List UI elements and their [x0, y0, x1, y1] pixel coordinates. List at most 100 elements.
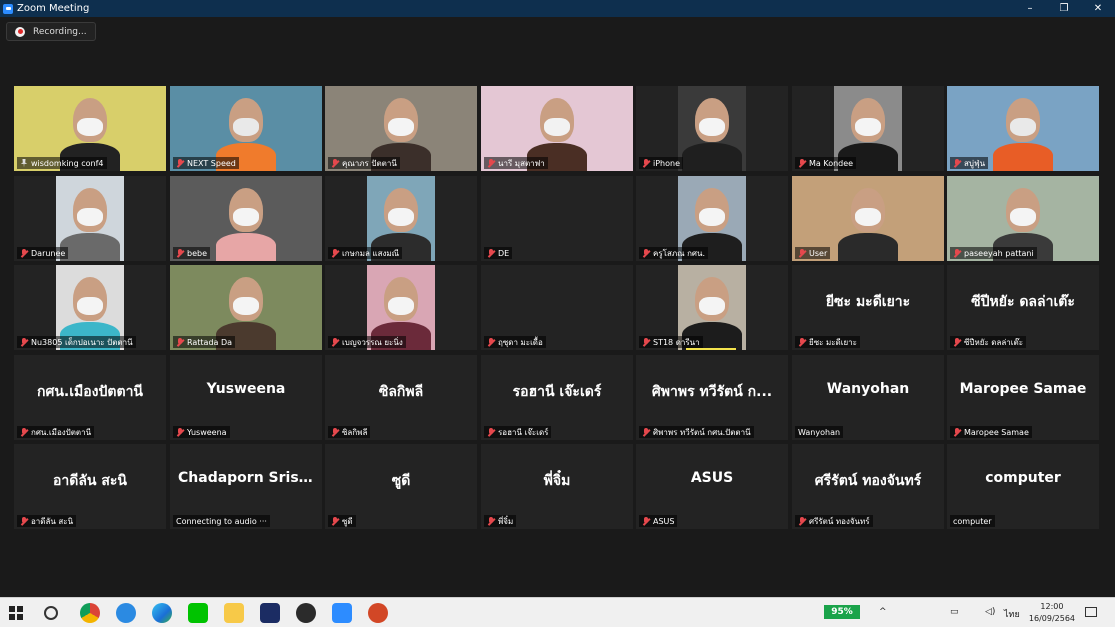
clock[interactable]: 12:00 16/09/2564 [1029, 601, 1075, 625]
participant-tile[interactable]: นารี มุสตาฟา [481, 86, 633, 171]
muted-mic-icon [176, 427, 184, 437]
participant-tile[interactable]: User [792, 176, 944, 261]
chrome-icon[interactable] [80, 603, 100, 623]
volume-icon[interactable]: ◁) [985, 607, 995, 617]
participant-tile[interactable]: ซิลกิพลี ซิลกิพลี [325, 355, 477, 440]
participant-tile[interactable]: ซูดี ซูดี [325, 444, 477, 529]
search-icon[interactable] [44, 606, 58, 620]
participant-name: NEXT Speed [187, 158, 236, 168]
participant-display-name: รอฮานี เจ๊ะเดร์ [512, 384, 602, 400]
participant-tile[interactable]: พี่จิ๋ม พี่จิ๋ม [481, 444, 633, 529]
participant-tile[interactable]: Wanyohan Wanyohan [792, 355, 944, 440]
participant-name: ศิพาพร ทวีรัตน์ กศน.ปัตตานี [653, 427, 751, 437]
participant-tile[interactable]: ศิพาพร ทวีรัตน์ ก... ศิพาพร ทวีรัตน์ กศน.… [636, 355, 788, 440]
language-indicator[interactable]: ไทย [1004, 607, 1020, 621]
participant-name-label: ซีปีหยัะ ดลล่าเต๊ะ [950, 336, 1027, 348]
participant-name: พี่จิ๋ม [498, 516, 514, 526]
participant-name: นารี มุสตาฟา [498, 158, 545, 168]
participant-name-label: Darunee [17, 247, 69, 259]
record-icon [15, 26, 25, 37]
participant-name-label: เกษกมล แสงมณี [328, 247, 403, 259]
participant-tile[interactable]: Maropee Samae Maropee Samae [947, 355, 1099, 440]
participant-tile[interactable]: สบู่ฟุ่น [947, 86, 1099, 171]
edge-icon[interactable] [152, 603, 172, 623]
recording-indicator[interactable]: Recording... [6, 22, 96, 41]
participant-name: ฤซุดา มะเดื้อ [498, 337, 543, 347]
line-icon[interactable] [188, 603, 208, 623]
minimize-button[interactable]: – [1013, 0, 1047, 17]
participant-tile[interactable]: wisdomking conf4 [14, 86, 166, 171]
webex-icon[interactable] [260, 603, 280, 623]
participant-tile[interactable]: เกษกมล แสงมณี [325, 176, 477, 261]
participant-tile[interactable]: ASUS ASUS [636, 444, 788, 529]
participant-name: paseeyah pattani [964, 248, 1034, 258]
muted-mic-icon [176, 337, 184, 347]
notifications-icon[interactable] [1085, 607, 1097, 617]
battery-indicator[interactable]: 95% [824, 605, 860, 619]
network-icon[interactable]: ▭ [950, 607, 959, 617]
participant-video [678, 86, 746, 171]
participant-tile[interactable]: Yusweena Yusweena [170, 355, 322, 440]
muted-mic-icon [20, 427, 28, 437]
participant-tile[interactable]: ST18 ดารีนา [636, 265, 788, 350]
participant-name: เกษกมล แสงมณี [342, 248, 400, 258]
participant-name-label: paseeyah pattani [950, 247, 1037, 259]
clock-date: 16/09/2564 [1028, 614, 1075, 623]
participant-name: อาดีลัน สะนิ [31, 516, 74, 526]
participant-tile[interactable]: อาดีลัน สะนิ อาดีลัน สะนิ [14, 444, 166, 529]
participant-name-label: Ma Kondee [795, 157, 857, 169]
windows-start-icon[interactable] [9, 606, 23, 620]
participant-tile[interactable]: คุณาภร ปัตตานี [325, 86, 477, 171]
participant-tile[interactable]: ศรีรัตน์ ทองจันทร์ ศรีรัตน์ ทองจันทร์ [792, 444, 944, 529]
participant-tile[interactable]: DE [481, 176, 633, 261]
participant-tile[interactable]: iPhone [636, 86, 788, 171]
participant-name-label: อาดีลัน สะนิ [17, 515, 77, 527]
participant-display-name: ซูดี [391, 473, 411, 489]
participant-name-label: iPhone [639, 157, 684, 169]
internet-explorer-icon[interactable] [116, 603, 136, 623]
chevron-up-icon[interactable]: ^ [879, 607, 887, 617]
participant-tile[interactable]: ครูโสภณ กศน. [636, 176, 788, 261]
muted-mic-icon [487, 427, 495, 437]
zoom-app-icon [3, 3, 13, 14]
powerpoint-icon[interactable] [368, 603, 388, 623]
participant-name: ซิลกิพลี [342, 427, 368, 437]
participant-tile[interactable]: กศน.เมืองปัตตานี กศน.เมืองปัตตานี [14, 355, 166, 440]
participant-tile[interactable]: Rattada Da [170, 265, 322, 350]
participant-name-label: Wanyohan [795, 426, 844, 438]
muted-mic-icon [642, 158, 650, 168]
zoom-taskbar-icon[interactable] [332, 603, 352, 623]
participant-tile[interactable]: paseeyah pattani [947, 176, 1099, 261]
muted-mic-icon [487, 158, 495, 168]
participant-tile[interactable]: Nu3805 เด็กปอเนาะ ปัตตานี [14, 265, 166, 350]
obs-icon[interactable] [296, 603, 316, 623]
participant-name: iPhone [653, 158, 681, 168]
participant-name: Connecting to audio ··· [176, 516, 267, 526]
participant-display-name: กศน.เมืองปัตตานี [36, 384, 143, 400]
muted-mic-icon [331, 158, 339, 168]
muted-mic-icon [953, 248, 961, 258]
participant-tile[interactable]: เบญจวรรณ ยะนิ่ง [325, 265, 477, 350]
file-explorer-icon[interactable] [224, 603, 244, 623]
participant-tile[interactable]: NEXT Speed [170, 86, 322, 171]
participant-name: Yusweena [187, 427, 227, 437]
participant-name-label: ศรีรัตน์ ทองจันทร์ [795, 515, 873, 527]
participant-name-label: รอฮานี เจ๊ะเดร์ [484, 426, 552, 438]
participant-tile[interactable]: Darunee [14, 176, 166, 261]
participant-name: ST18 ดารีนา [653, 337, 700, 347]
muted-mic-icon [331, 516, 339, 526]
participant-tile[interactable]: ยีซะ มะดีเยาะ ยีซะ มะดีเยาะ [792, 265, 944, 350]
participant-tile[interactable]: รอฮานี เจ๊ะเดร์ รอฮานี เจ๊ะเดร์ [481, 355, 633, 440]
muted-mic-icon [953, 427, 961, 437]
participant-tile[interactable]: computer computer [947, 444, 1099, 529]
participant-name-label: นารี มุสตาฟา [484, 157, 548, 169]
muted-mic-icon [331, 427, 339, 437]
maximize-button[interactable]: ❐ [1047, 0, 1081, 17]
participant-tile[interactable]: bebe [170, 176, 322, 261]
participant-tile[interactable]: ฤซุดา มะเดื้อ [481, 265, 633, 350]
participant-tile[interactable]: ซีปีหยัะ ดลล่าเต๊ะ ซีปีหยัะ ดลล่าเต๊ะ [947, 265, 1099, 350]
muted-mic-icon [642, 337, 650, 347]
participant-tile[interactable]: Chadaporn Sris... Connecting to audio ··· [170, 444, 322, 529]
close-button[interactable]: ✕ [1081, 0, 1115, 17]
participant-tile[interactable]: Ma Kondee [792, 86, 944, 171]
